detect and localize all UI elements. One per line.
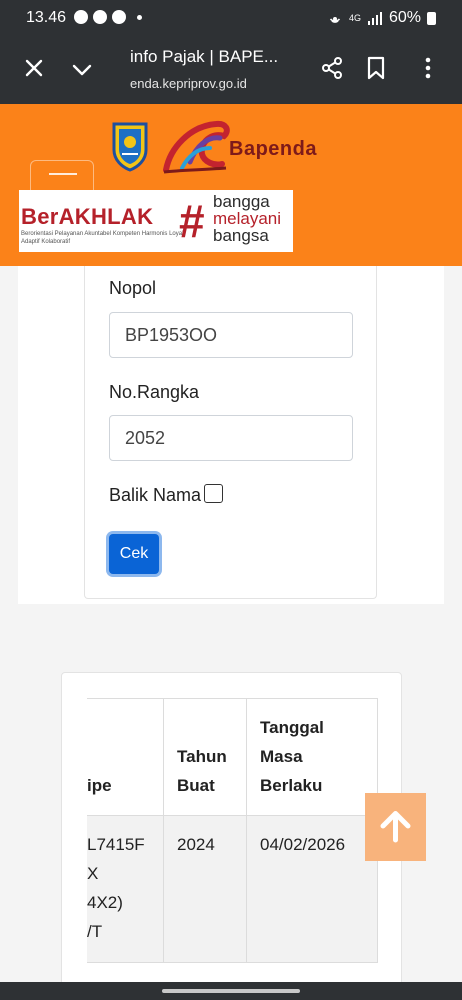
share-icon[interactable] — [320, 56, 344, 80]
nopol-input[interactable]: BP1953OO — [109, 312, 353, 358]
table-scroll-area[interactable]: ipe Tahun Buat Tanggal Masa Berlaku L741… — [87, 698, 378, 982]
cell-tipe-line2: X — [87, 864, 99, 883]
tagline-line-1: bangga — [213, 192, 270, 211]
table-border-top — [87, 698, 378, 699]
hotspot-icon — [329, 17, 341, 23]
main-content: Nopol BP1953OO No.Rangka 2052 Balik Nama… — [0, 266, 462, 982]
system-nav-bar — [0, 982, 462, 1000]
cell-tipe-line3: 4X2) — [87, 893, 123, 912]
header-tahun-line2: Buat — [177, 776, 215, 795]
column-divider — [163, 698, 164, 962]
balik-nama-row: Balik Nama — [109, 484, 224, 506]
more-notifications-icon — [137, 14, 142, 20]
banner-subtitle: Berorientasi Pelayanan Akuntabel Kompete… — [21, 231, 184, 245]
arrow-up-icon — [380, 811, 411, 843]
close-icon[interactable] — [22, 56, 46, 80]
form-card: Nopol BP1953OO No.Rangka 2052 Balik Nama… — [18, 266, 444, 604]
scroll-to-top-button[interactable] — [365, 793, 426, 861]
banner-tagline: bangga melayani bangsa — [213, 193, 281, 244]
notification-icons — [74, 10, 142, 24]
status-time: 13.46 — [26, 9, 67, 26]
page-title: info Pajak | BAPE... — [130, 47, 279, 66]
header-tipe: ipe — [87, 776, 112, 795]
table-header-divider — [87, 815, 378, 816]
site-header: Bapenda BerAKHLAK Berorientasi Pelayanan… — [0, 104, 462, 266]
banner-title: BerAKHLAK — [21, 204, 154, 229]
bookmark-icon[interactable] — [365, 56, 387, 80]
battery-percent: 60% — [388, 9, 421, 26]
banner-hash: # — [179, 195, 205, 247]
balik-nama-checkbox[interactable] — [204, 484, 224, 503]
cell-tipe-line4: /T — [87, 922, 103, 941]
header-tahun-line1: Tahun — [177, 747, 227, 766]
berakhlak-banner: BerAKHLAK Berorientasi Pelayanan Akuntab… — [19, 190, 293, 252]
hamburger-line — [49, 173, 77, 175]
status-bar: 13.46 4G 60% — [0, 0, 462, 36]
header-masa-line2: Masa — [260, 747, 303, 766]
nopol-label: Nopol — [109, 278, 157, 298]
cell-tahun: 2024 — [177, 835, 215, 854]
header-masa-line3: Berlaku — [260, 776, 323, 795]
more-vertical-icon[interactable] — [418, 56, 438, 80]
province-emblem-logo — [112, 122, 148, 172]
rangka-label: No.Rangka — [109, 382, 200, 402]
cell-tipe-line1: L7415F — [87, 835, 145, 854]
signal-icon — [367, 12, 382, 25]
cek-button[interactable]: Cek — [109, 534, 159, 574]
status-right: 4G 60% — [327, 9, 436, 27]
chat-icon — [93, 10, 107, 24]
facebook-icon — [74, 10, 88, 24]
balik-nama-label: Balik Nama — [109, 485, 202, 505]
table-border-bottom — [87, 962, 378, 963]
tagline-line-3: bangsa — [213, 226, 269, 245]
home-gesture-handle[interactable] — [162, 989, 300, 993]
messenger-icon — [112, 10, 126, 24]
search-form: Nopol BP1953OO No.Rangka 2052 Balik Nama… — [84, 266, 377, 599]
page-url[interactable]: enda.kepriprov.go.id — [130, 76, 247, 91]
header-masa-line1: Tanggal — [260, 718, 324, 737]
tagline-line-2: melayani — [213, 209, 282, 228]
cell-masa-berlaku: 04/02/2026 — [260, 835, 346, 854]
rangka-input[interactable]: 2052 — [109, 415, 353, 461]
chevron-down-icon[interactable] — [70, 58, 94, 82]
browser-toolbar: info Pajak | BAPE... enda.kepriprov.go.i… — [0, 36, 462, 104]
column-divider — [246, 698, 247, 962]
result-card: ipe Tahun Buat Tanggal Masa Berlaku L741… — [61, 672, 402, 982]
battery-icon — [427, 11, 436, 25]
brand-name: Bapenda — [229, 138, 317, 160]
network-type: 4G — [348, 12, 361, 23]
